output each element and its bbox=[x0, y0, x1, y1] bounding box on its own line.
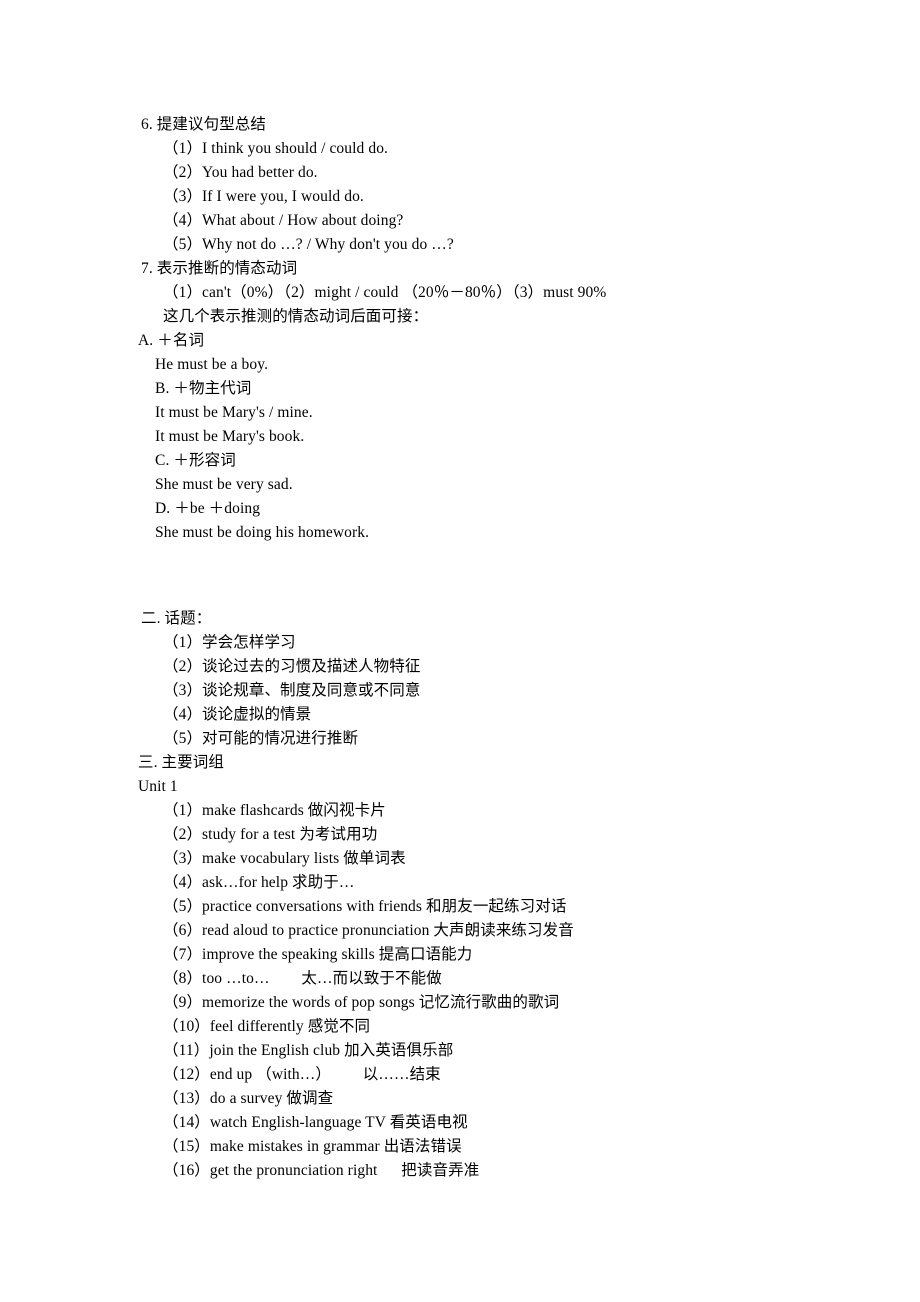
section-7-note: 这几个表示推测的情态动词后面可接： bbox=[163, 308, 429, 325]
phrase-item: （12）end up （with…） 以……结束 bbox=[163, 1066, 441, 1083]
phrase-item: （16）get the pronunciation right 把读音弄准 bbox=[163, 1162, 480, 1179]
section-topics-item: （3）谈论规章、制度及同意或不同意 bbox=[163, 682, 421, 699]
document-body: 6. 提建议句型总结 （1）I think you should / could… bbox=[138, 113, 860, 1183]
phrase-item: （14）watch English-language TV 看英语电视 bbox=[163, 1114, 468, 1131]
unit-1-label: Unit 1 bbox=[138, 778, 178, 795]
section-topics-item: （4）谈论虚拟的情景 bbox=[163, 706, 312, 723]
phrase-item: （7）improve the speaking skills 提高口语能力 bbox=[163, 946, 473, 963]
subsection-c-label: C. ＋形容词 bbox=[155, 452, 236, 469]
document-page: 6. 提建议句型总结 （1）I think you should / could… bbox=[0, 0, 920, 1302]
phrase-item: （11）join the English club 加入英语俱乐部 bbox=[163, 1042, 454, 1059]
section-6-heading: 6. 提建议句型总结 bbox=[141, 116, 267, 133]
phrase-item: （8）too …to… 太…而以致于不能做 bbox=[163, 970, 442, 987]
section-phrases-heading: 三. 主要词组 bbox=[138, 754, 224, 771]
phrase-item: （13）do a survey 做调查 bbox=[163, 1090, 334, 1107]
section-6-item: （3）If I were you, I would do. bbox=[163, 188, 364, 205]
phrase-item: （6）read aloud to practice pronunciation … bbox=[163, 922, 574, 939]
phrase-item: （3）make vocabulary lists 做单词表 bbox=[163, 850, 406, 867]
subsection-b-example: It must be Mary's / mine. bbox=[155, 404, 313, 421]
section-6-item: （2）You had better do. bbox=[163, 164, 318, 181]
phrase-item: （1）make flashcards 做闪视卡片 bbox=[163, 802, 386, 819]
subsection-b-label: B. ＋物主代词 bbox=[155, 380, 252, 397]
section-topics-item: （5）对可能的情况进行推断 bbox=[163, 730, 359, 747]
phrase-item: （4）ask…for help 求助于… bbox=[163, 874, 355, 891]
subsection-a-example: He must be a boy. bbox=[155, 356, 269, 373]
section-6-item: （4）What about / How about doing? bbox=[163, 212, 404, 229]
section-6-item: （1）I think you should / could do. bbox=[163, 140, 389, 157]
section-7-heading: 7. 表示推断的情态动词 bbox=[141, 260, 298, 277]
subsection-d-example: She must be doing his homework. bbox=[155, 524, 370, 541]
section-topics-heading: 二. 话题： bbox=[141, 610, 212, 627]
phrase-item: （15）make mistakes in grammar 出语法错误 bbox=[163, 1138, 462, 1155]
section-topics-item: （2）谈论过去的习惯及描述人物特征 bbox=[163, 658, 421, 675]
subsection-a-label: A. ＋名词 bbox=[138, 332, 205, 349]
section-topics-item: （1）学会怎样学习 bbox=[163, 634, 296, 651]
subsection-d-label: D. ＋be ＋doing bbox=[155, 500, 261, 517]
phrase-item: （2）study for a test 为考试用功 bbox=[163, 826, 378, 843]
subsection-c-example: She must be very sad. bbox=[155, 476, 293, 493]
subsection-b-example-2: It must be Mary's book. bbox=[155, 428, 305, 445]
section-6-item: （5）Why not do …? / Why don't you do …? bbox=[163, 236, 454, 253]
phrase-item: （9）memorize the words of pop songs 记忆流行歌… bbox=[163, 994, 560, 1011]
phrase-item: （5）practice conversations with friends 和… bbox=[163, 898, 567, 915]
phrase-item: （10）feel differently 感觉不同 bbox=[163, 1018, 371, 1035]
section-7-item: （1）can't（0%）（2）might / could （20％－80％）（3… bbox=[163, 284, 607, 301]
